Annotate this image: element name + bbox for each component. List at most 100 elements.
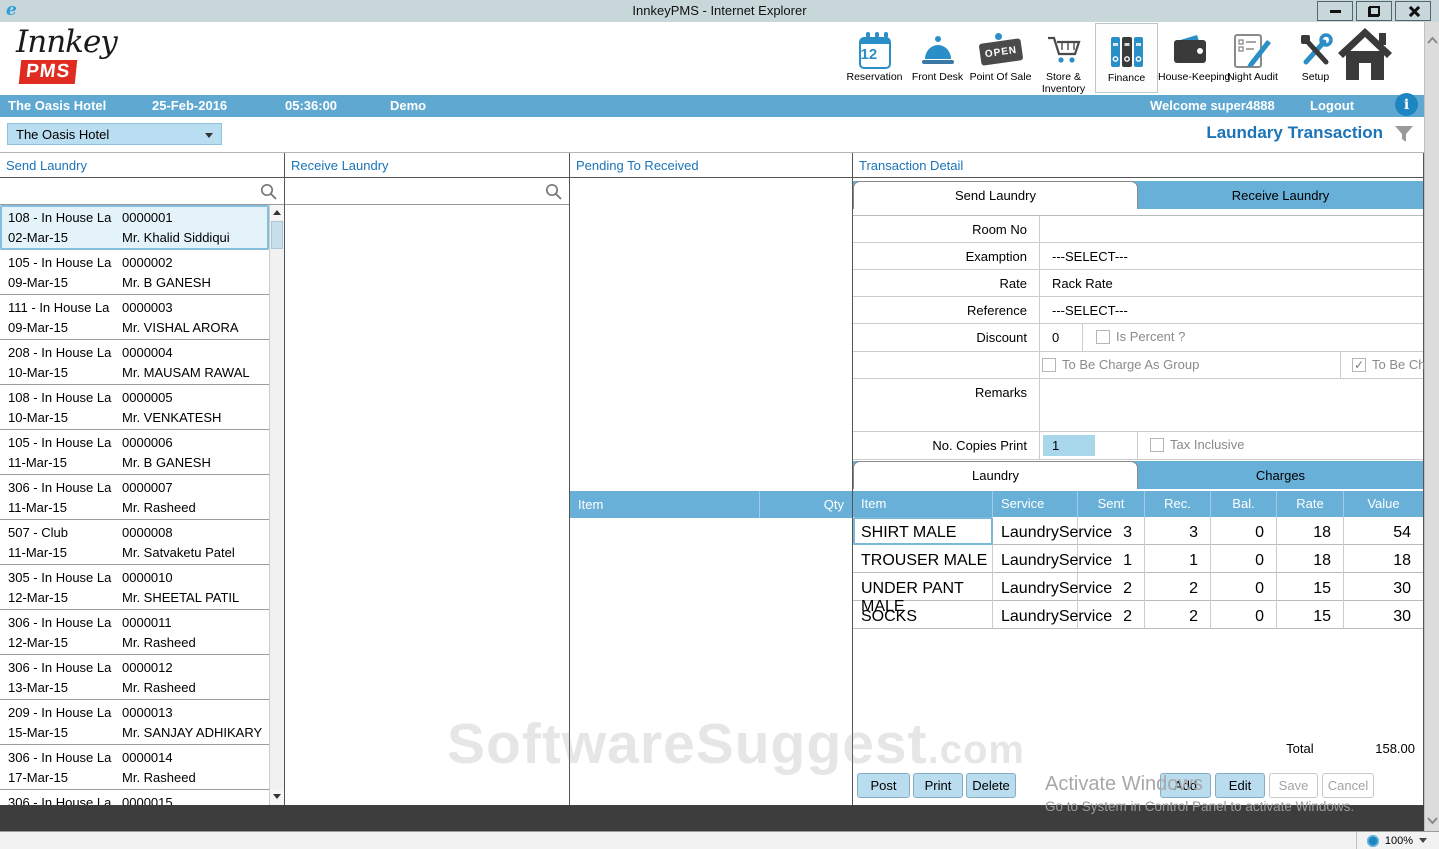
chevron-down-icon[interactable] xyxy=(1426,816,1439,825)
send-list-scrollbar[interactable] xyxy=(269,205,284,806)
logo-script-text: Innkey xyxy=(16,24,126,60)
innkey-pms-logo: Innkey PMS xyxy=(16,24,126,92)
transaction-form: Room No Examption ---SELECT--- Rate Rack… xyxy=(853,215,1423,460)
list-item[interactable]: 105 - In House La 0000002 09-Mar-15 Mr. … xyxy=(0,250,269,295)
discount-input[interactable]: 0 xyxy=(1052,330,1059,345)
info-icon[interactable]: i xyxy=(1395,93,1418,116)
checkbox-icon xyxy=(1150,438,1164,452)
chevron-down-icon xyxy=(205,133,213,138)
triangle-up-icon xyxy=(273,210,281,215)
welcome-user: Welcome super4888 xyxy=(1150,98,1275,113)
save-button[interactable]: Save xyxy=(1269,773,1318,798)
clock-time: 05:36:00 xyxy=(285,98,337,113)
list-item[interactable]: 306 - In House La 0000012 13-Mar-15 Mr. … xyxy=(0,655,269,700)
toolbar-item-night-audit[interactable]: Night Audit xyxy=(1221,23,1284,93)
receive-laundry-search-input[interactable] xyxy=(285,178,569,205)
list-item[interactable]: 306 - In House La 0000014 17-Mar-15 Mr. … xyxy=(0,745,269,790)
total-label: Total xyxy=(1286,741,1313,756)
form-row-charge-mode: To Be Charge As Group ✓ To Be Charge As … xyxy=(853,352,1423,379)
restore-button[interactable] xyxy=(1356,1,1392,21)
home-button[interactable] xyxy=(1336,25,1394,88)
charge-as-group-checkbox[interactable]: To Be Charge As Group xyxy=(1042,357,1199,372)
laundry-charges-tabs: Laundry Charges xyxy=(853,461,1423,489)
toolbar-item-store-inventory[interactable]: Store & Inventory xyxy=(1032,23,1095,93)
chevron-up-icon[interactable] xyxy=(1426,36,1439,45)
tax-inclusive-checkbox[interactable]: Tax Inclusive xyxy=(1150,437,1244,452)
table-row[interactable]: UNDER PANT MALE LaundryService 2 2 0 15 … xyxy=(853,573,1423,601)
clipboard-pencil-icon xyxy=(1221,27,1284,69)
pending-table-header: Item Qty xyxy=(570,491,852,518)
tab-receive-laundry[interactable]: Receive Laundry xyxy=(1138,181,1423,209)
tab-charges[interactable]: Charges xyxy=(1138,461,1423,489)
hotel-select-dropdown[interactable]: The Oasis Hotel xyxy=(7,123,222,145)
toolbar-item-reservation[interactable]: 12 Reservation xyxy=(843,23,906,93)
close-icon xyxy=(1408,6,1419,17)
rate-select[interactable]: Rack Rate xyxy=(1040,270,1423,296)
toolbar-item-point-of-sale[interactable]: OPEN Point Of Sale xyxy=(969,23,1032,93)
examption-select[interactable]: ---SELECT--- xyxy=(1040,243,1423,269)
copies-input[interactable]: 1 xyxy=(1043,435,1095,456)
post-button[interactable]: Post xyxy=(857,773,910,798)
filter-icon xyxy=(1394,125,1414,143)
scroll-down-button[interactable] xyxy=(270,789,284,804)
chevron-down-icon xyxy=(1419,838,1427,843)
tab-send-laundry[interactable]: Send Laundry xyxy=(853,181,1138,209)
scroll-up-button[interactable] xyxy=(270,205,284,220)
room-no-field[interactable] xyxy=(1040,216,1423,242)
tab-laundry[interactable]: Laundry xyxy=(853,461,1138,489)
toolbar-item-finance[interactable]: Finance xyxy=(1095,23,1158,93)
filter-button[interactable] xyxy=(1394,125,1414,148)
receive-laundry-panel: Receive Laundry xyxy=(285,153,570,806)
list-item[interactable]: 108 - In House La 0000005 10-Mar-15 Mr. … xyxy=(0,385,269,430)
hotel-select-value: The Oasis Hotel xyxy=(16,127,109,142)
print-button[interactable]: Print xyxy=(913,773,963,798)
toolbar-item-house-keeping[interactable]: House-Keeping xyxy=(1158,23,1221,93)
logo-pms-badge: PMS xyxy=(19,60,78,84)
list-item[interactable]: 305 - In House La 0000010 12-Mar-15 Mr. … xyxy=(0,565,269,610)
form-row-reference: Reference ---SELECT--- xyxy=(853,297,1423,324)
form-row-examption: Examption ---SELECT--- xyxy=(853,243,1423,270)
list-item[interactable]: 111 - In House La 0000003 09-Mar-15 Mr. … xyxy=(0,295,269,340)
table-row[interactable]: SOCKS LaundryService 2 2 0 15 30 xyxy=(853,601,1423,629)
list-item[interactable]: 306 - In House La 0000007 11-Mar-15 Mr. … xyxy=(0,475,269,520)
close-button[interactable] xyxy=(1395,1,1431,21)
search-icon xyxy=(545,183,562,200)
list-item[interactable]: 209 - In House La 0000013 15-Mar-15 Mr. … xyxy=(0,700,269,745)
send-laundry-search-input[interactable] xyxy=(0,178,284,205)
list-item[interactable]: 306 - In House La 0000011 12-Mar-15 Mr. … xyxy=(0,610,269,655)
list-item[interactable]: 108 - In House La 0000001 02-Mar-15 Mr. … xyxy=(0,205,269,250)
table-row[interactable]: TROUSER MALE LaundryService 1 1 0 18 18 xyxy=(853,545,1423,573)
search-icon xyxy=(260,183,277,200)
list-item[interactable]: 306 - In House La 0000015 xyxy=(0,790,269,806)
form-row-discount: Discount 0 Is Percent ? xyxy=(853,324,1423,352)
add-button[interactable]: Add xyxy=(1160,773,1211,798)
module-toolbar: 12 Reservation Front Desk OPEN Point Of … xyxy=(843,23,1347,93)
scrollbar-thumb[interactable] xyxy=(271,221,283,249)
page-scrollbar[interactable] xyxy=(1424,22,1439,831)
form-row-remarks: Remarks xyxy=(853,379,1423,432)
minimize-button[interactable] xyxy=(1317,1,1353,21)
subheader: The Oasis Hotel Laundary Transaction xyxy=(0,117,1439,152)
remarks-textarea[interactable] xyxy=(1040,379,1423,431)
browser-zoom-control[interactable]: 100% xyxy=(1356,832,1437,849)
open-sign-icon: OPEN xyxy=(969,27,1032,69)
items-table-body: SHIRT MALE LaundryService 3 3 0 18 54 TR… xyxy=(853,517,1423,629)
edit-button[interactable]: Edit xyxy=(1215,773,1265,798)
list-item[interactable]: 105 - In House La 0000006 11-Mar-15 Mr. … xyxy=(0,430,269,475)
triangle-down-icon xyxy=(273,794,281,799)
is-percent-checkbox[interactable]: Is Percent ? xyxy=(1096,329,1185,344)
reference-select[interactable]: ---SELECT--- xyxy=(1040,297,1423,323)
pending-title: Pending To Received xyxy=(570,153,852,178)
delete-button[interactable]: Delete xyxy=(966,773,1016,798)
list-item[interactable]: 507 - Club 0000008 11-Mar-15 Mr. Satvake… xyxy=(0,520,269,565)
items-table-header: Item Service Sent Rec. Bal. Rate Value xyxy=(853,491,1423,517)
copies-cell: 1 Tax Inclusive xyxy=(1040,432,1423,459)
cancel-button[interactable]: Cancel xyxy=(1322,773,1374,798)
checkbox-icon xyxy=(1042,358,1056,372)
form-row-room-no: Room No xyxy=(853,216,1423,243)
table-row[interactable]: SHIRT MALE LaundryService 3 3 0 18 54 xyxy=(853,517,1423,545)
logout-link[interactable]: Logout xyxy=(1310,98,1354,113)
list-item[interactable]: 208 - In House La 0000004 10-Mar-15 Mr. … xyxy=(0,340,269,385)
title-bar: e InnkeyPMS - Internet Explorer xyxy=(0,0,1439,22)
toolbar-item-front-desk[interactable]: Front Desk xyxy=(906,23,969,93)
